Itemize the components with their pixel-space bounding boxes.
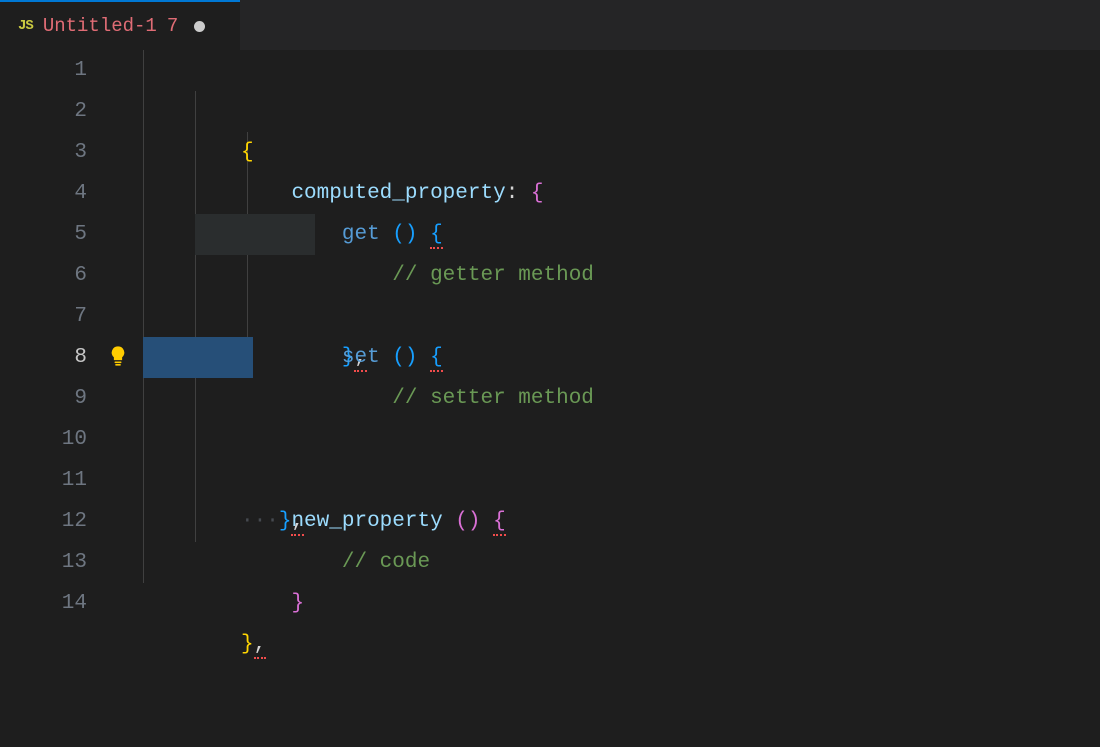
code-editor[interactable]: 1 2 3 4 5 6 7 8 9 10 11 12 13 14 { compu…	[0, 50, 1100, 674]
line-number: 11	[0, 460, 87, 501]
parentheses: ()	[392, 223, 417, 246]
lightbulb-icon[interactable]	[107, 345, 129, 367]
open-brace: {	[531, 182, 544, 205]
code-line[interactable]: new_property () {	[115, 419, 1100, 460]
parentheses: ()	[392, 346, 417, 369]
line-number: 4	[0, 173, 87, 214]
comment: // setter method	[392, 387, 594, 410]
property-name: new_property	[291, 510, 442, 533]
line-number: 5	[0, 214, 87, 255]
line-number: 9	[0, 378, 87, 419]
line-number-gutter: 1 2 3 4 5 6 7 8 9 10 11 12 13 14	[0, 50, 115, 674]
comment: // getter method	[392, 264, 594, 287]
comma: ,	[254, 633, 267, 659]
line-number: 2	[0, 91, 87, 132]
code-content[interactable]: { computed_property: { get () { // gette…	[115, 50, 1100, 674]
line-number: 14	[0, 583, 87, 624]
open-brace: {	[241, 141, 254, 164]
line-number: 7	[0, 296, 87, 337]
line-number: 1	[0, 50, 87, 91]
line-number: 8	[0, 337, 87, 378]
keyword-set: set	[342, 346, 380, 369]
line-number: 12	[0, 501, 87, 542]
unsaved-dot-icon	[194, 21, 205, 32]
property-name: computed_property	[291, 182, 505, 205]
parentheses: ()	[455, 510, 480, 533]
code-line[interactable]: // code	[115, 460, 1100, 501]
colon: :	[506, 182, 519, 205]
tab-bar: JS Untitled-1 7	[0, 0, 1100, 50]
close-brace: }	[241, 633, 254, 656]
code-line[interactable]: get () {	[115, 132, 1100, 173]
line-number: 13	[0, 542, 87, 583]
javascript-icon: JS	[18, 18, 33, 34]
close-brace: }	[291, 592, 304, 615]
code-line[interactable]: // setter method	[115, 296, 1100, 337]
comment: // code	[342, 551, 430, 574]
code-line[interactable]: {	[115, 50, 1100, 91]
line-number: 3	[0, 132, 87, 173]
tab-title: Untitled-1	[43, 15, 157, 37]
open-brace: {	[430, 223, 443, 249]
open-brace: {	[493, 510, 506, 536]
line-number: 6	[0, 255, 87, 296]
open-brace: {	[430, 346, 443, 372]
editor-tab[interactable]: JS Untitled-1 7	[0, 0, 240, 50]
line-number: 10	[0, 419, 87, 460]
keyword-get: get	[342, 223, 380, 246]
tab-problem-count: 7	[167, 15, 178, 37]
code-line[interactable]: computed_property: {	[115, 91, 1100, 132]
